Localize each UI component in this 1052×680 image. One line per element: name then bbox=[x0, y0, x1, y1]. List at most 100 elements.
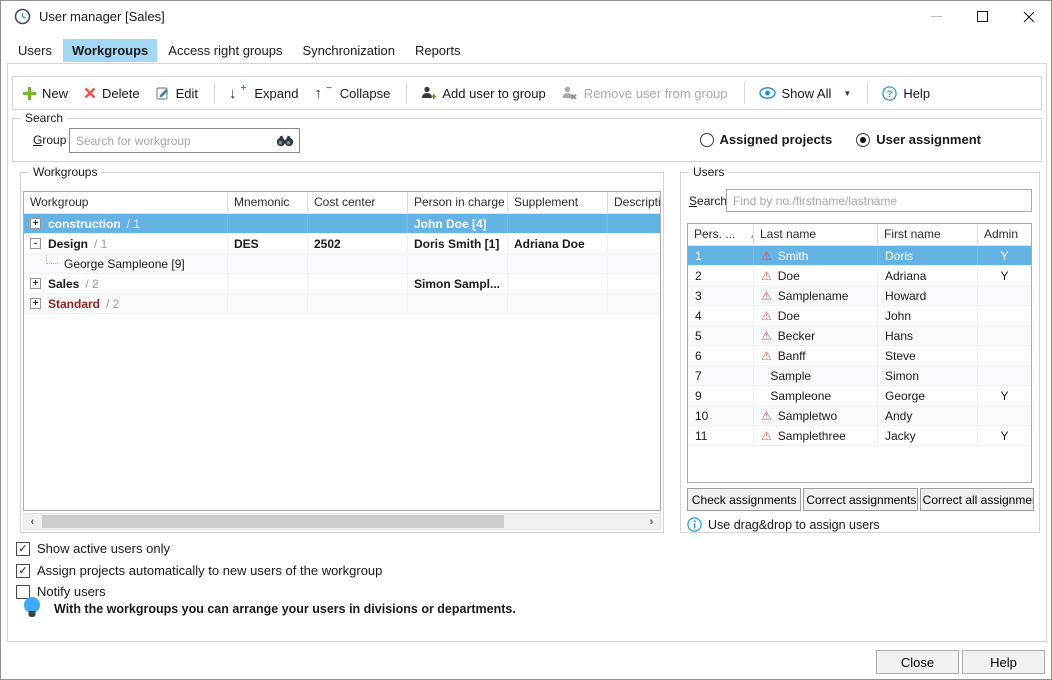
user-search-input[interactable] bbox=[727, 190, 1031, 211]
scrollbar-track[interactable] bbox=[41, 514, 643, 529]
tab-workgroups[interactable]: Workgroups bbox=[63, 39, 157, 62]
cost-center-cell: 2502 bbox=[308, 234, 408, 253]
user-row[interactable]: 6⚠BanffSteve bbox=[688, 346, 1031, 366]
minimize-icon bbox=[931, 16, 942, 17]
workgroup-row[interactable]: +Sales/ 2Simon Sampl... bbox=[24, 274, 660, 294]
check-assignments-button[interactable]: Check assignments bbox=[687, 488, 801, 511]
assign-projects-automatically-checkbox[interactable]: ✓ Assign projects automatically to new u… bbox=[16, 563, 382, 578]
mnemonic-cell bbox=[228, 274, 308, 293]
warning-icon: ⚠ bbox=[761, 309, 772, 323]
remove-user-icon bbox=[562, 86, 578, 100]
arrow-up-icon: ↑ bbox=[314, 85, 322, 102]
scrollbar-thumb[interactable] bbox=[42, 515, 504, 528]
workgroup-search-input[interactable] bbox=[70, 134, 276, 148]
new-button[interactable]: New bbox=[23, 86, 68, 101]
warning-icon: ⚠ bbox=[761, 249, 772, 263]
user-row[interactable]: 5⚠BeckerHans bbox=[688, 326, 1031, 346]
supplement-cell bbox=[508, 254, 608, 273]
collapse-minus-icon[interactable]: - bbox=[30, 238, 41, 249]
show-active-users-checkbox[interactable]: ✓ Show active users only bbox=[16, 541, 170, 556]
tree-connector-icon bbox=[46, 255, 58, 264]
close-window-button[interactable] bbox=[1006, 1, 1051, 32]
user-row[interactable]: 7 SampleSimon bbox=[688, 366, 1031, 386]
workgroup-cell: +Sales/ 2 bbox=[24, 274, 228, 293]
workgroup-member-name: George Sampleone [9] bbox=[64, 257, 185, 271]
collapse-button[interactable]: ↑− Collapse bbox=[314, 85, 390, 102]
expand-plus-icon[interactable]: + bbox=[30, 218, 41, 229]
user-assignment-radio[interactable]: User assignment bbox=[856, 132, 981, 147]
workgroup-row[interactable]: +Standard/ 2 bbox=[24, 294, 660, 314]
correct-assignments-button[interactable]: Correct assignments bbox=[803, 488, 917, 511]
mnemonic-cell bbox=[228, 214, 308, 233]
user-row[interactable]: 4⚠DoeJohn bbox=[688, 306, 1031, 326]
remove-user-from-group-button[interactable]: Remove user from group bbox=[562, 86, 728, 101]
last-name-text: Doe bbox=[778, 309, 800, 323]
user-row[interactable]: 3⚠SamplenameHoward bbox=[688, 286, 1031, 306]
col-person-in-charge[interactable]: Person in charge bbox=[408, 192, 508, 213]
expand-button[interactable]: ↓+ Expand bbox=[229, 85, 298, 102]
workgroup-row[interactable]: -Design/ 1DES2502Doris Smith [1]Adriana … bbox=[24, 234, 660, 254]
user-row[interactable]: 1⚠SmithDorisY bbox=[688, 246, 1031, 266]
scroll-right-icon[interactable]: › bbox=[643, 514, 660, 529]
warning-icon: ⚠ bbox=[761, 409, 772, 423]
workgroup-cell: -Design/ 1 bbox=[24, 234, 228, 253]
first-name-cell: George bbox=[878, 386, 978, 405]
col-admin[interactable]: Admin bbox=[978, 224, 1031, 245]
col-description[interactable]: Descripti bbox=[608, 192, 660, 213]
expand-plus-icon[interactable]: + bbox=[30, 298, 41, 309]
last-name-cell: Sampleone bbox=[754, 386, 878, 405]
close-button[interactable]: Close bbox=[876, 650, 959, 674]
workgroup-cell: +Standard/ 2 bbox=[24, 294, 228, 313]
horizontal-scrollbar[interactable]: ‹ › bbox=[23, 513, 661, 530]
description-cell bbox=[608, 234, 660, 253]
last-name-text: Becker bbox=[778, 329, 815, 343]
workgroup-name: Sales bbox=[48, 277, 79, 291]
assigned-projects-radio[interactable]: Assigned projects bbox=[700, 132, 833, 147]
maximize-button[interactable] bbox=[960, 1, 1005, 32]
col-first-name[interactable]: First name bbox=[878, 224, 978, 245]
col-mnemonic[interactable]: Mnemonic bbox=[228, 192, 308, 213]
toolbar-help-button[interactable]: ? Help bbox=[882, 86, 930, 101]
first-name-cell: Steve bbox=[878, 346, 978, 365]
correct-all-assignments-button[interactable]: Correct all assignments bbox=[920, 488, 1034, 511]
col-cost-center[interactable]: Cost center bbox=[308, 192, 408, 213]
user-row[interactable]: 11⚠SamplethreeJackyY bbox=[688, 426, 1031, 446]
user-row[interactable]: 9 SampleoneGeorgeY bbox=[688, 386, 1031, 406]
scroll-left-icon[interactable]: ‹ bbox=[24, 514, 41, 529]
tab-reports[interactable]: Reports bbox=[406, 39, 470, 62]
tab-users[interactable]: Users bbox=[9, 39, 61, 62]
expand-plus-icon[interactable]: + bbox=[30, 278, 41, 289]
workgroups-groupbox: Workgroups Workgroup Mnemonic Cost cente… bbox=[20, 172, 664, 533]
chevron-down-icon[interactable]: ▼ bbox=[843, 89, 851, 98]
col-workgroup[interactable]: Workgroup bbox=[24, 192, 228, 213]
workgroups-table: Workgroup Mnemonic Cost center Person in… bbox=[23, 191, 661, 511]
col-pers-no[interactable]: Pers. ...▲ bbox=[688, 224, 754, 245]
toolbar-separator bbox=[744, 82, 745, 104]
col-last-name[interactable]: Last name bbox=[754, 224, 878, 245]
user-manager-window: User manager [Sales] Users Workgroups Ac… bbox=[0, 0, 1052, 680]
workgroup-row[interactable]: +construction/ 1John Doe [4] bbox=[24, 214, 660, 234]
col-supplement[interactable]: Supplement bbox=[508, 192, 608, 213]
lightbulb-icon bbox=[22, 596, 42, 622]
pers-no-cell: 6 bbox=[688, 346, 754, 365]
edit-button[interactable]: Edit bbox=[156, 86, 198, 101]
first-name-cell: Hans bbox=[878, 326, 978, 345]
tab-access-right-groups[interactable]: Access right groups bbox=[159, 39, 291, 62]
person-in-charge-cell bbox=[408, 254, 508, 273]
first-name-cell: John bbox=[878, 306, 978, 325]
tab-synchronization[interactable]: Synchronization bbox=[293, 39, 404, 62]
add-user-to-group-button[interactable]: Add user to group bbox=[421, 86, 545, 101]
tab-bar: Users Workgroups Access right groups Syn… bbox=[9, 37, 469, 63]
delete-button[interactable]: Delete bbox=[84, 86, 140, 101]
mnemonic-cell bbox=[228, 294, 308, 313]
show-all-button[interactable]: Show All ▼ bbox=[759, 86, 852, 101]
workgroup-row[interactable]: George Sampleone [9] bbox=[24, 254, 660, 274]
window-title: User manager [Sales] bbox=[39, 9, 165, 24]
user-row[interactable]: 10⚠SampletwoAndy bbox=[688, 406, 1031, 426]
user-row[interactable]: 2⚠DoeAdrianaY bbox=[688, 266, 1031, 286]
last-name-cell: ⚠Samplename bbox=[754, 286, 878, 305]
minimize-button[interactable] bbox=[914, 1, 959, 32]
mnemonic-cell: DES bbox=[228, 234, 308, 253]
user-search-field bbox=[726, 189, 1032, 212]
help-button[interactable]: Help bbox=[962, 650, 1045, 674]
